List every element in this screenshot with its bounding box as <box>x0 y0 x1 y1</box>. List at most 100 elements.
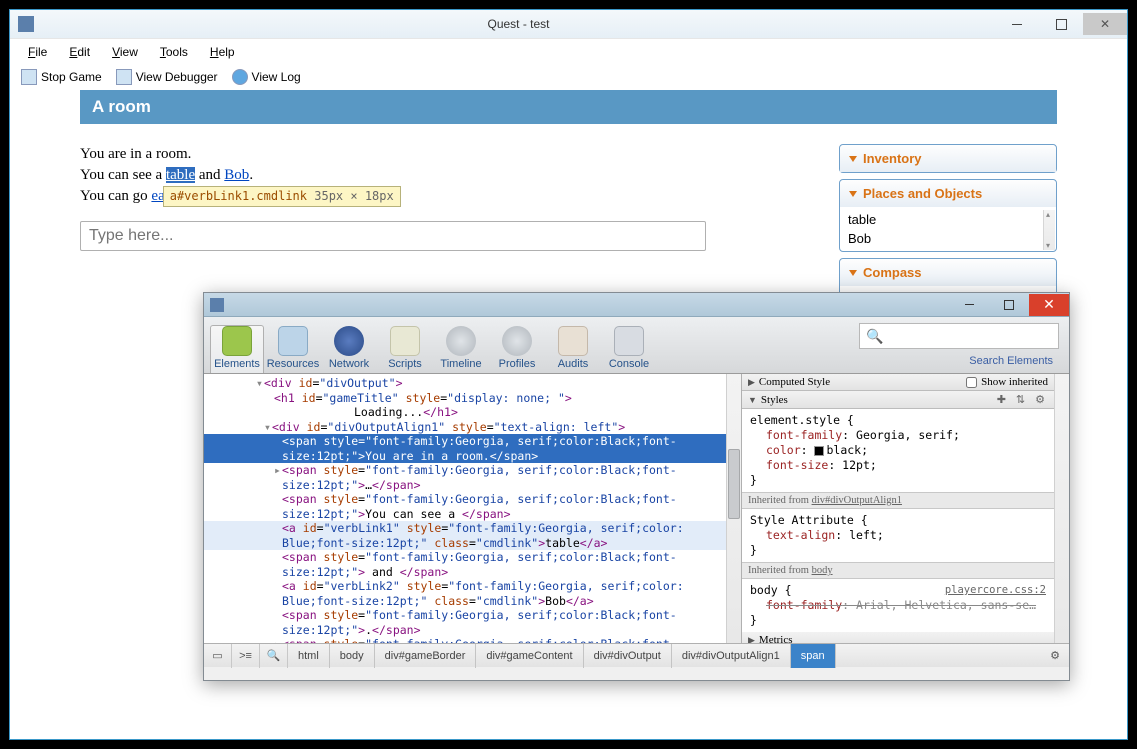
view-debugger-button[interactable]: View Debugger <box>110 67 224 87</box>
tab-scripts[interactable]: Scripts <box>378 326 432 373</box>
breadcrumb[interactable]: div#divOutput <box>584 644 672 668</box>
breadcrumb[interactable]: html <box>288 644 330 668</box>
devtools-close[interactable]: ✕ <box>1029 294 1069 316</box>
output-line: You are in a room. <box>80 144 825 165</box>
timeline-icon <box>446 326 476 356</box>
dom-panel: ▾<div id="divOutput"> <h1 id="gameTitle"… <box>204 374 742 643</box>
object-link-table[interactable]: table <box>166 167 195 183</box>
dom-text[interactable]: Loading...</h1> <box>204 405 726 420</box>
places-header[interactable]: Places and Objects <box>840 180 1056 207</box>
dom-node-selected-parent[interactable]: size:12pt;">You are in a room.</span> <box>204 449 726 464</box>
color-swatch[interactable] <box>814 446 824 456</box>
devtools-title-bar[interactable]: ✕ <box>204 293 1069 317</box>
view-log-button[interactable]: View Log <box>226 67 307 87</box>
breadcrumb[interactable]: div#divOutputAlign1 <box>672 644 791 668</box>
breadcrumb[interactable]: div#gameContent <box>476 644 583 668</box>
inventory-header[interactable]: Inventory <box>840 145 1056 172</box>
title-bar[interactable]: Quest - test ✕ <box>10 10 1127 38</box>
inherited-link[interactable]: div#divOutputAlign1 <box>812 495 902 506</box>
dock-icon[interactable]: ▭ <box>204 644 232 668</box>
dom-tree[interactable]: ▾<div id="divOutput"> <h1 id="gameTitle"… <box>204 374 726 643</box>
devtools-tabs: Elements Resources Network Scripts Timel… <box>204 317 1069 374</box>
console-toggle-icon[interactable]: >≡ <box>232 644 260 668</box>
dom-node-selected[interactable]: <a id="verbLink1" style="font-family:Geo… <box>204 521 726 536</box>
minimize-button[interactable] <box>995 13 1039 35</box>
dom-node[interactable]: Blue;font-size:12pt;" class="cmdlink">Bo… <box>204 594 726 609</box>
dom-node[interactable]: ▾<div id="divOutputAlign1" style="text-a… <box>204 420 726 435</box>
places-item-bob[interactable]: Bob <box>840 229 1056 248</box>
profiles-icon <box>502 326 532 356</box>
window-title: Quest - test <box>42 17 995 31</box>
dom-node-selected-parent[interactable]: <span style="font-family:Georgia, serif;… <box>204 434 726 449</box>
styles-panel: ▶Computed StyleShow inherited ▼Styles✚⇅⚙… <box>742 374 1069 643</box>
settings-gear-icon[interactable]: ⚙ <box>1041 649 1069 662</box>
computed-style-header[interactable]: ▶Computed StyleShow inherited <box>742 374 1054 391</box>
menu-help[interactable]: Help <box>200 42 245 62</box>
stop-game-button[interactable]: Stop Game <box>15 67 108 87</box>
show-inherited-checkbox[interactable] <box>966 377 977 388</box>
dom-node[interactable]: ▾<div id="divOutput"> <box>204 376 726 391</box>
debugger-icon <box>116 69 132 85</box>
styles-header[interactable]: ▼Styles✚⇅⚙ <box>742 391 1054 409</box>
style-rule[interactable]: body {playercore.css:2 font-family: Aria… <box>742 579 1054 632</box>
dom-node[interactable]: size:12pt;">…</span> <box>204 478 726 493</box>
toggle-states-icon[interactable]: ⇅ <box>1013 393 1028 406</box>
object-link-bob[interactable]: Bob <box>224 167 249 183</box>
dom-node[interactable]: ▸<span style="font-family:Georgia, serif… <box>204 637 726 643</box>
metrics-header[interactable]: ▶Metrics <box>742 632 1054 643</box>
style-rule[interactable]: Style Attribute { text-align: left; } <box>742 509 1054 562</box>
dom-node[interactable]: <span style="font-family:Georgia, serif;… <box>204 550 726 565</box>
style-rule[interactable]: element.style { font-family: Georgia, se… <box>742 409 1054 492</box>
scrollbar[interactable]: ▴▾ <box>1043 210 1055 250</box>
side-panels: Inventory Places and Objects ▴▾ table Bo… <box>839 144 1057 311</box>
command-input[interactable] <box>80 221 706 251</box>
breadcrumb[interactable]: div#gameBorder <box>375 644 477 668</box>
menu-view[interactable]: View <box>102 42 148 62</box>
styles-scrollbar[interactable] <box>1054 374 1069 643</box>
menu-edit[interactable]: Edit <box>59 42 100 62</box>
dom-node[interactable]: size:12pt;">.</span> <box>204 623 726 638</box>
css-file-link[interactable]: playercore.css:2 <box>945 583 1046 598</box>
search-label: Search Elements <box>859 355 1053 367</box>
menu-file[interactable]: File <box>18 42 57 62</box>
devtools-maximize[interactable] <box>989 294 1029 316</box>
tab-elements[interactable]: Elements <box>210 325 264 373</box>
app-icon <box>18 16 34 32</box>
search-input[interactable] <box>887 329 1052 343</box>
inherited-link[interactable]: body <box>812 565 833 576</box>
dom-node[interactable]: ▸<span style="font-family:Georgia, serif… <box>204 463 726 478</box>
dom-node-selected[interactable]: Blue;font-size:12pt;" class="cmdlink">ta… <box>204 536 726 551</box>
new-rule-icon[interactable]: ✚ <box>994 393 1009 406</box>
search-icon[interactable]: 🔍 <box>260 644 288 668</box>
devtools-footer: ▭ >≡ 🔍 html body div#gameBorder div#game… <box>204 643 1069 667</box>
dom-node[interactable]: <span style="font-family:Georgia, serif;… <box>204 608 726 623</box>
dom-scrollbar[interactable] <box>726 374 741 643</box>
dom-node[interactable]: <a id="verbLink2" style="font-family:Geo… <box>204 579 726 594</box>
inherited-from: Inherited from div#divOutputAlign1 <box>742 492 1054 509</box>
dom-node[interactable]: <h1 id="gameTitle" style="display: none;… <box>204 391 726 406</box>
breadcrumb-active[interactable]: span <box>791 644 836 668</box>
dom-node[interactable]: size:12pt;"> and </span> <box>204 565 726 580</box>
scripts-icon <box>390 326 420 356</box>
breadcrumb[interactable]: body <box>330 644 375 668</box>
tab-network[interactable]: Network <box>322 326 376 373</box>
search-box[interactable]: 🔍 <box>859 323 1059 349</box>
menu-tools[interactable]: Tools <box>150 42 198 62</box>
game-output: You are in a room. You can see a table a… <box>80 144 825 207</box>
tab-profiles[interactable]: Profiles <box>490 326 544 373</box>
compass-header[interactable]: Compass <box>840 259 1056 286</box>
maximize-button[interactable] <box>1039 13 1083 35</box>
tab-resources[interactable]: Resources <box>266 326 320 373</box>
places-item-table[interactable]: table <box>840 210 1056 229</box>
tab-audits[interactable]: Audits <box>546 326 600 373</box>
devtools-icon <box>210 298 224 312</box>
gear-icon[interactable]: ⚙ <box>1032 393 1048 406</box>
close-button[interactable]: ✕ <box>1083 13 1127 35</box>
info-icon <box>232 69 248 85</box>
tab-console[interactable]: Console <box>602 326 656 373</box>
dom-node[interactable]: <span style="font-family:Georgia, serif;… <box>204 492 726 507</box>
dom-node[interactable]: size:12pt;">You can see a </span> <box>204 507 726 522</box>
devtools-minimize[interactable] <box>949 294 989 316</box>
tab-timeline[interactable]: Timeline <box>434 326 488 373</box>
inspector-tooltip: a#verbLink1.cmdlink 35px × 18px <box>163 186 401 207</box>
